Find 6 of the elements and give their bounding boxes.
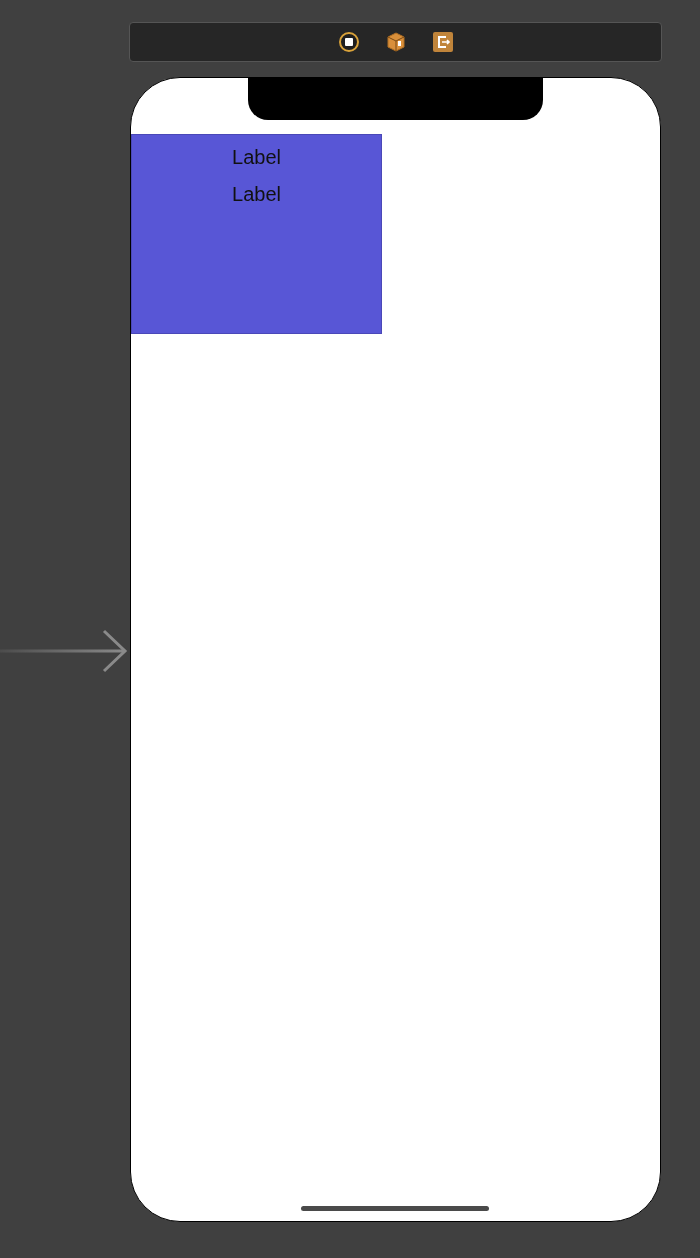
view[interactable]: Label Label	[131, 134, 382, 334]
cube-icon[interactable]	[384, 31, 407, 53]
label: Label	[232, 182, 281, 207]
stop-circle-icon[interactable]	[337, 31, 360, 53]
exit-icon[interactable]	[431, 31, 454, 53]
label: Label	[232, 145, 281, 170]
